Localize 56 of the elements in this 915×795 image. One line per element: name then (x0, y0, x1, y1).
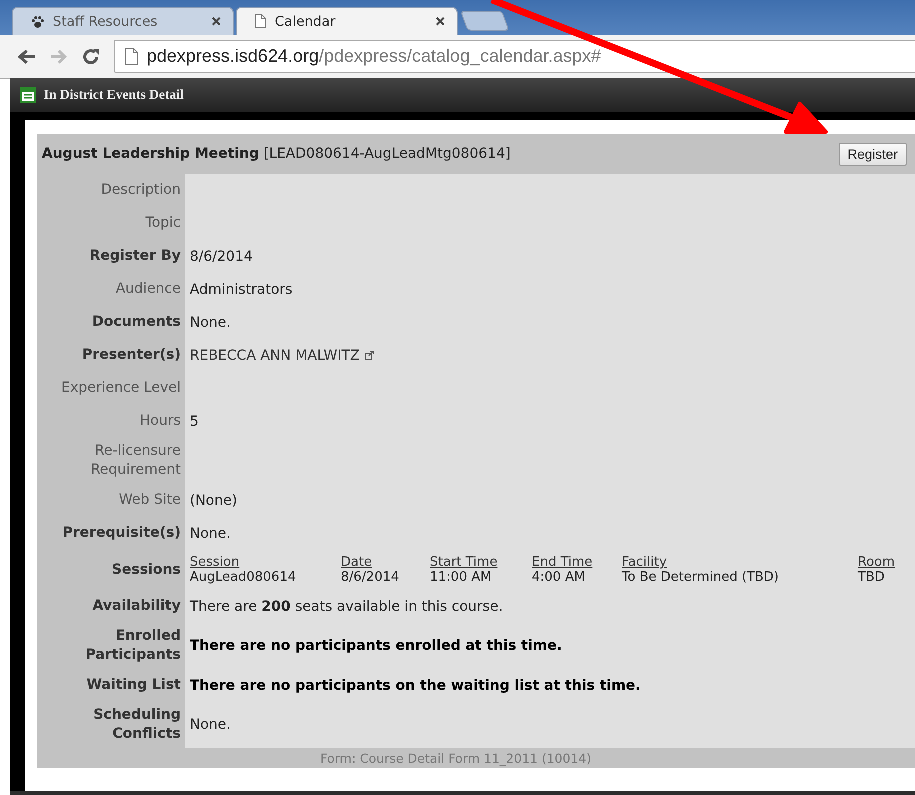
field-label: Register By (90, 247, 181, 266)
presenter-link[interactable]: REBECCA ANN MALWITZ (190, 348, 360, 364)
field-label: Description (101, 181, 181, 200)
list-icon (20, 87, 36, 103)
address-field[interactable]: pdexpress.isd624.org/pdexpress/catalog_calendar.aspx# (114, 40, 915, 73)
field-label: Audience (116, 280, 181, 299)
field-label: Sessions (112, 560, 181, 580)
field-label: Availability (92, 597, 181, 616)
form-footer: Form: Course Detail Form 11_2011 (10014) (37, 748, 915, 768)
field-label: Documents (92, 313, 181, 332)
column-header-link[interactable]: Room (858, 555, 915, 570)
field-label: Enrolled Participants (84, 627, 181, 665)
field-value: There are no participants enrolled at this time. (190, 638, 562, 654)
page-icon (255, 14, 267, 29)
field-value: There are no participants on the waiting list at this time. (190, 678, 641, 694)
field-label: Hours (140, 412, 181, 431)
browser-tab[interactable]: Staff Resources (12, 7, 234, 35)
course-title: August Leadership Meeting [LEAD080614-AugLeadMtg080614] (42, 146, 511, 162)
field-label: Topic (146, 214, 181, 233)
field-value: There are 200 seats available in this course. (190, 598, 504, 614)
field-label: Web Site (119, 491, 181, 510)
column-header-link[interactable]: Facility (622, 555, 858, 570)
table-cell-text: 11:00 AM (430, 570, 493, 585)
column-header-link[interactable]: Date (341, 555, 430, 570)
field-value: None. (190, 526, 231, 542)
field-label: Prerequisite(s) (62, 524, 181, 543)
table-cell-text: To Be Determined (TBD) (622, 570, 780, 585)
field-value: (None) (190, 492, 238, 508)
close-icon[interactable] (436, 17, 445, 26)
field-label: Presenter(s) (82, 346, 181, 365)
field-label: Re-licensure Requirement (90, 442, 181, 480)
table-cell-text: 4:00 AM (532, 570, 586, 585)
field-value: 5 (190, 414, 199, 430)
field-value: None. (190, 717, 231, 733)
browser-tab[interactable]: Calendar (236, 7, 458, 35)
new-tab-button[interactable] (460, 11, 510, 31)
table-cell-text: AugLead080614 (190, 570, 298, 585)
field-label: Scheduling Conflicts (92, 706, 181, 744)
paw-icon (31, 14, 45, 28)
reload-icon[interactable] (82, 48, 100, 66)
close-icon[interactable] (212, 17, 221, 26)
panel-title: In District Events Detail (44, 87, 184, 103)
page-icon (125, 48, 139, 66)
column-header-link[interactable]: Start Time (430, 555, 532, 570)
column-header-link[interactable]: End Time (532, 555, 622, 570)
external-link-icon (364, 351, 374, 360)
field-value: 8/6/2014 (190, 248, 253, 264)
field-label: Experience Level (62, 379, 181, 398)
table-cell-text: TBD (858, 570, 886, 585)
table-cell-text: 8/6/2014 (341, 570, 400, 585)
field-label: Waiting List (86, 676, 181, 695)
field-value: None. (190, 314, 231, 330)
back-icon[interactable] (18, 48, 36, 64)
column-header-link[interactable]: Session (190, 555, 341, 570)
register-button[interactable]: Register (838, 142, 907, 166)
field-value: Administrators (190, 282, 293, 298)
